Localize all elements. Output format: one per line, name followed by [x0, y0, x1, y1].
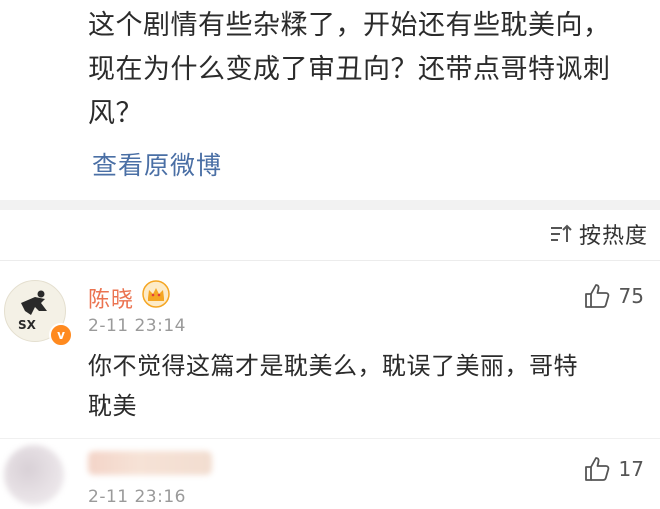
like-button[interactable]: 17 — [583, 455, 644, 483]
comment-text: 你不觉得这篇才是耽美么，耽误了美丽，哥特 耽美 — [88, 346, 638, 426]
post-text-line: 这个剧情有些杂糅了，开始还有些耽美向， — [88, 10, 611, 41]
comment-username-blurred[interactable] — [88, 451, 212, 475]
avatar-text: SX — [18, 318, 37, 332]
crown-icon — [142, 280, 170, 308]
section-divider — [0, 200, 660, 210]
comment-text-line: 你不觉得这篇才是耽美么，耽误了美丽，哥特 — [88, 352, 578, 380]
avatar[interactable]: SX v — [4, 280, 73, 347]
comment-item: SX v 陈晓 2-11 23:14 你不觉得这篇才是耽美么，耽误了美丽，哥特 … — [0, 262, 660, 438]
like-button[interactable]: 75 — [583, 282, 644, 310]
comment-sort-bar: 按热度 — [0, 210, 660, 261]
sort-icon — [550, 224, 572, 242]
thumbs-up-icon — [584, 457, 609, 481]
verified-badge: v — [49, 323, 73, 347]
avatar[interactable] — [4, 445, 64, 505]
like-count: 75 — [618, 284, 644, 308]
post-text-line: 现在为什么变成了审丑向？还带点哥特讽刺 — [88, 54, 611, 85]
post-text: 这个剧情有些杂糅了，开始还有些耽美向， 现在为什么变成了审丑向？还带点哥特讽刺 … — [88, 4, 648, 136]
sort-label: 按热度 — [578, 224, 648, 249]
comment-timestamp: 2-11 23:16 — [88, 487, 186, 507]
like-count: 17 — [618, 457, 644, 481]
comment-text-line: 耽美 — [88, 392, 137, 420]
view-original-link[interactable]: 查看原微博 — [92, 146, 222, 182]
original-post: 这个剧情有些杂糅了，开始还有些耽美向， 现在为什么变成了审丑向？还带点哥特讽刺 … — [0, 0, 660, 200]
comment-item: 2-11 23:16 17 — [0, 438, 660, 509]
thumbs-up-icon — [584, 284, 609, 308]
comment-username[interactable]: 陈晓 — [88, 282, 134, 314]
comment-timestamp: 2-11 23:14 — [88, 316, 186, 336]
sort-by-hot-button[interactable]: 按热度 — [549, 218, 648, 250]
post-text-line: 风？ — [88, 98, 143, 129]
